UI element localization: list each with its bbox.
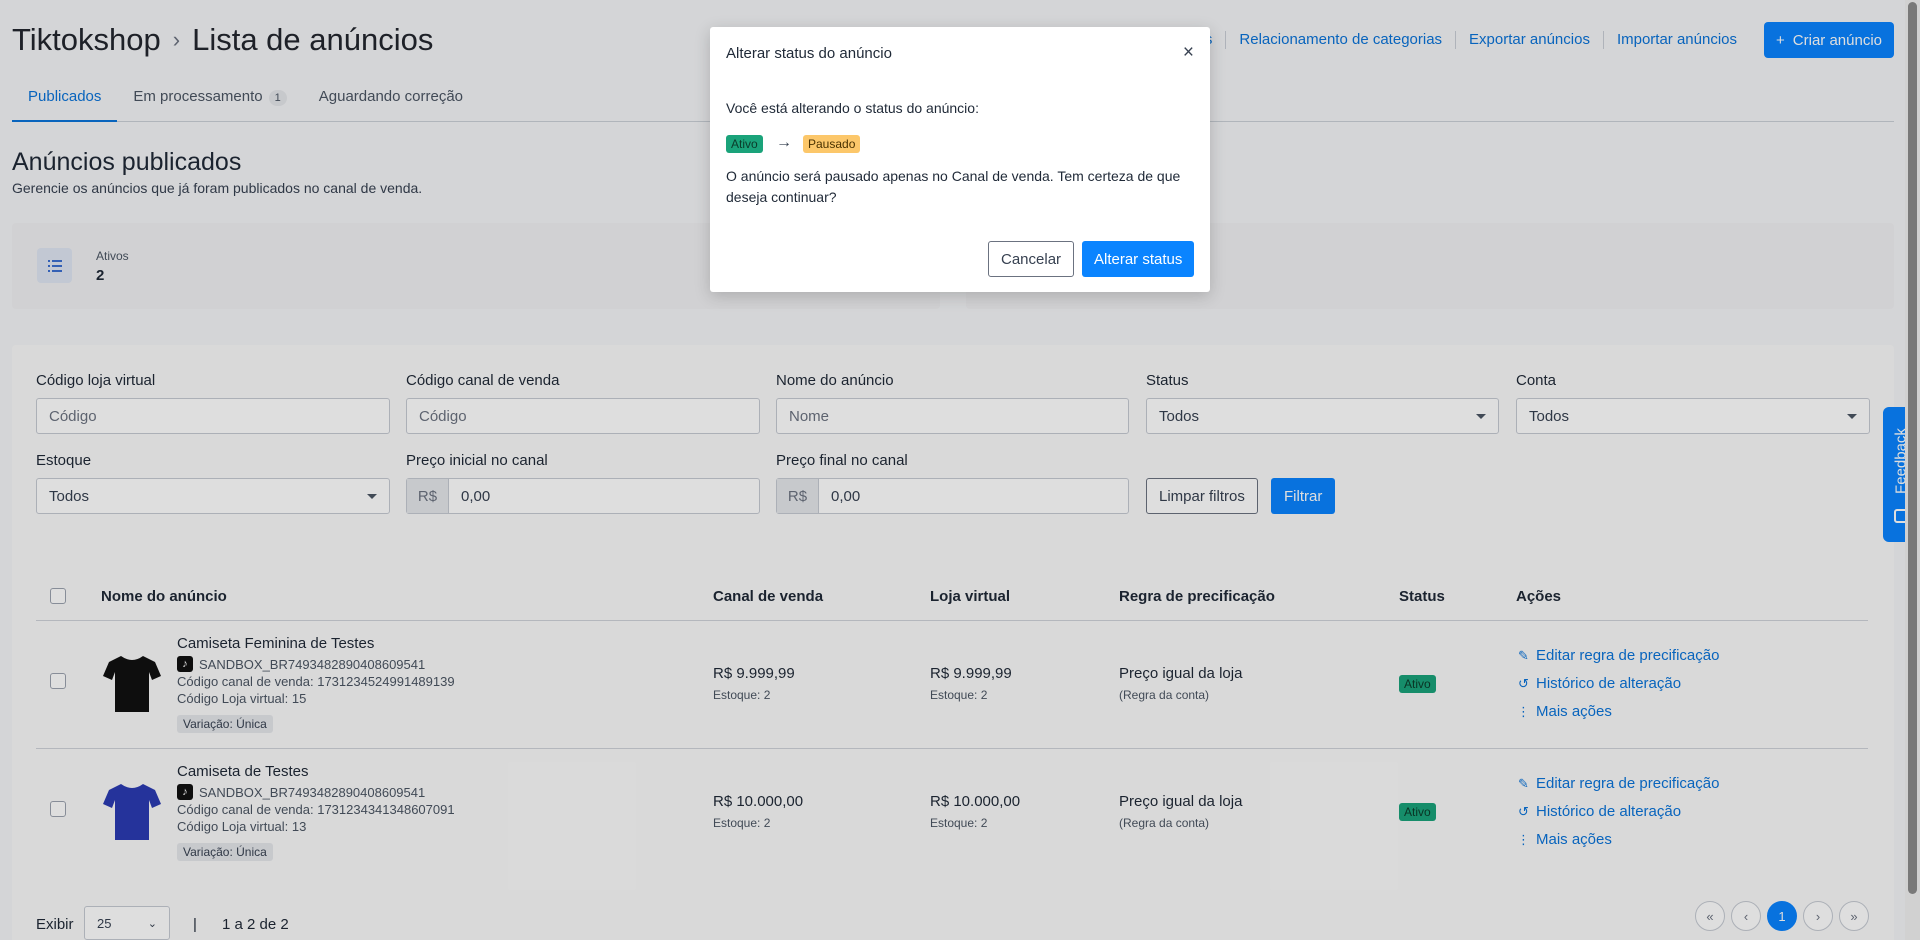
close-icon[interactable]: × [1183, 43, 1194, 62]
modal-intro-text: Você está alterando o status do anúncio: [726, 100, 979, 116]
modal-title: Alterar status do anúncio [726, 45, 892, 62]
modal-confirm-text: O anúncio será pausado apenas no Canal d… [726, 168, 1181, 205]
new-status-badge: Pausado [803, 135, 861, 153]
change-status-modal: Alterar status do anúncio × Você está al… [710, 27, 1210, 292]
current-status-badge: Ativo [726, 135, 763, 153]
change-status-button[interactable]: Alterar status [1082, 241, 1195, 277]
arrow-right-icon: → [776, 134, 792, 151]
cancel-button[interactable]: Cancelar [988, 241, 1075, 277]
